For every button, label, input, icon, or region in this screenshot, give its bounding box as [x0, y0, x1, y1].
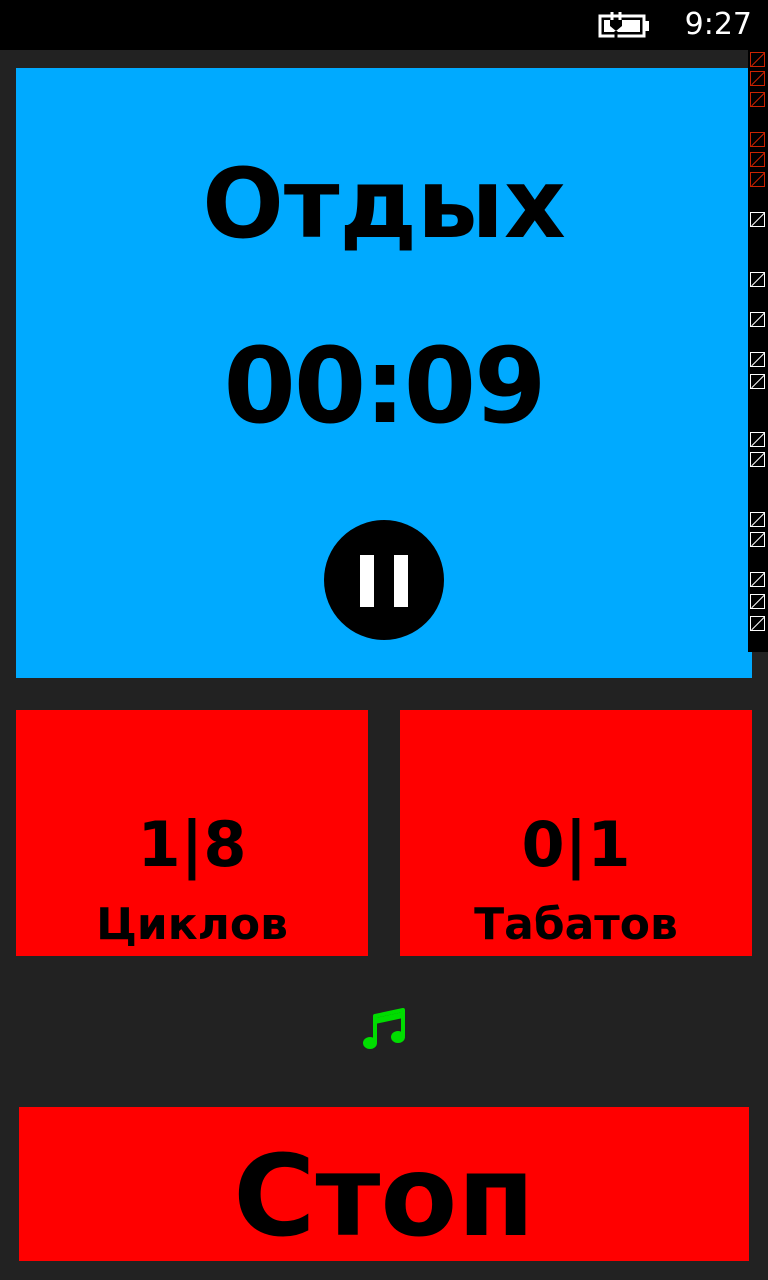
- cycles-counter-tile: 1|8 Циклов: [16, 710, 368, 956]
- debug-glyph: [750, 172, 765, 187]
- timer-panel: Отдых 00:09: [16, 68, 752, 678]
- debug-glyph: [750, 432, 765, 447]
- pause-icon-bar-left: [360, 555, 374, 607]
- stop-button-label: Стоп: [233, 1132, 535, 1262]
- debug-glyph: [750, 374, 765, 389]
- debug-glyph: [750, 132, 765, 147]
- cycles-counter-value: 1|8: [137, 808, 247, 881]
- timer-display: 00:09: [223, 325, 546, 447]
- debug-glyph: [750, 71, 765, 86]
- debug-glyph: [750, 212, 765, 227]
- battery-charging-icon: [598, 12, 649, 38]
- phase-title: Отдых: [202, 148, 566, 260]
- music-note-icon[interactable]: [362, 1006, 408, 1052]
- debug-glyph: [750, 616, 765, 631]
- debug-glyph: [750, 572, 765, 587]
- debug-glyph: [750, 312, 765, 327]
- debug-glyph: [750, 52, 765, 67]
- debug-glyph: [750, 92, 765, 107]
- status-bar: 9:27: [0, 0, 768, 50]
- tabatas-counter-tile: 0|1 Табатов: [400, 710, 752, 956]
- tabatas-counter-label: Табатов: [474, 899, 678, 950]
- tabatas-counter-value: 0|1: [521, 808, 631, 881]
- debug-overlay-strip: [748, 50, 768, 652]
- debug-glyph: [750, 272, 765, 287]
- debug-glyph: [750, 152, 765, 167]
- debug-glyph: [750, 532, 765, 547]
- debug-glyph: [750, 452, 765, 467]
- cycles-counter-label: Циклов: [96, 899, 288, 950]
- stop-button[interactable]: Стоп: [19, 1107, 749, 1261]
- debug-glyph: [750, 512, 765, 527]
- pause-button[interactable]: [324, 520, 444, 640]
- status-clock: 9:27: [684, 7, 752, 42]
- debug-glyph: [750, 352, 765, 367]
- pause-icon-bar-right: [394, 555, 408, 607]
- debug-glyph: [750, 594, 765, 609]
